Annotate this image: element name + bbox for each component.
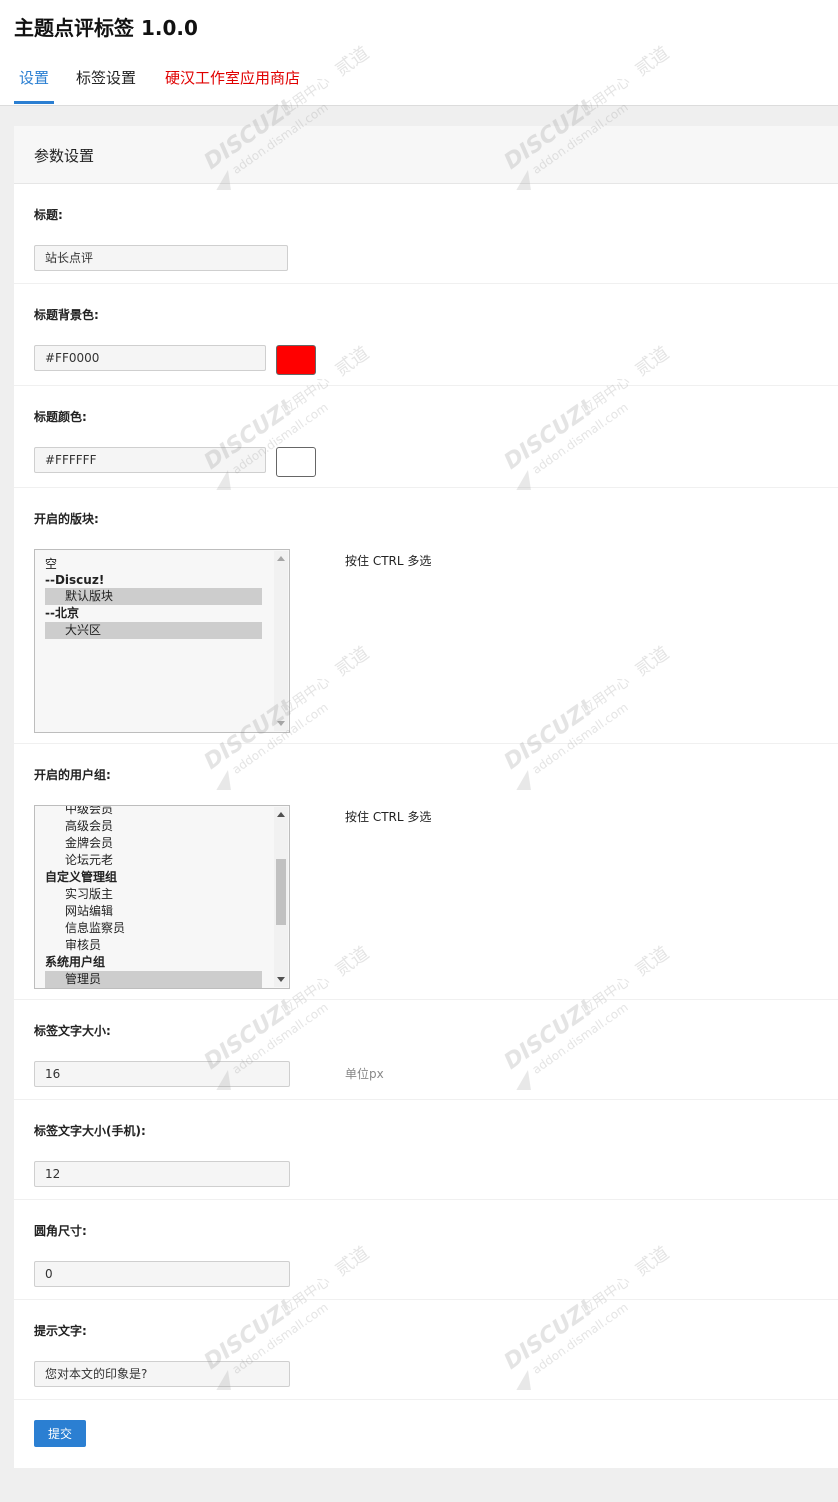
scroll-down-icon[interactable] [277, 977, 285, 982]
scroll-down-icon[interactable] [277, 721, 285, 726]
usergroups-multiselect[interactable]: 中级会员 高级会员 金牌会员 论坛元老 自定义管理组 实习版主 网站编辑 信息监… [34, 805, 290, 989]
tab-app-store[interactable]: 硬汉工作室应用商店 [165, 64, 300, 102]
forum-option[interactable]: 默认版块 [45, 588, 262, 605]
row-usergroups: 开启的用户组: 中级会员 高级会员 金牌会员 论坛元老 自定义管理组 实习版主 … [14, 744, 838, 1000]
usergroup-option[interactable]: 实习版主 [45, 886, 262, 903]
app-title: 主题点评标签 1.0.0 [14, 16, 198, 40]
forum-group-option[interactable]: --北京 [45, 605, 262, 622]
forums-hint: 按住 CTRL 多选 [345, 554, 432, 568]
tab-settings[interactable]: 设置 [14, 64, 55, 104]
font-size-input[interactable]: 16 [34, 1061, 290, 1087]
scroll-up-icon[interactable] [277, 812, 285, 817]
title-label: 标题: [34, 208, 63, 222]
forums-scrollbar[interactable] [274, 551, 288, 731]
radius-label: 圆角尺寸: [34, 1224, 87, 1238]
usergroups-label: 开启的用户组: [34, 768, 111, 782]
font-size-mobile-input[interactable]: 12 [34, 1161, 290, 1187]
font-size-unit-hint: 单位px [345, 1067, 384, 1081]
scroll-up-icon[interactable] [277, 556, 285, 561]
row-prompt: 提示文字: 您对本文的印象是? [14, 1300, 838, 1400]
font-size-mobile-label: 标签文字大小(手机): [34, 1124, 146, 1138]
usergroup-group-option[interactable]: 自定义管理组 [45, 869, 262, 886]
usergroup-option[interactable]: 中级会员 [45, 806, 262, 818]
forums-label: 开启的版块: [34, 512, 99, 526]
title-color-label: 标题颜色: [34, 410, 87, 424]
title-bg-label: 标题背景色: [34, 308, 99, 322]
title-color-input[interactable]: #FFFFFF [34, 447, 266, 473]
usergroup-option[interactable]: 论坛元老 [45, 852, 262, 869]
row-title-bg: 标题背景色: #FF0000 [14, 284, 838, 386]
usergroup-option[interactable]: 网站编辑 [45, 903, 262, 920]
title-color-swatch[interactable] [276, 447, 316, 477]
row-title-color: 标题颜色: #FFFFFF [14, 386, 838, 488]
submit-button[interactable]: 提交 [34, 1420, 86, 1447]
row-radius: 圆角尺寸: 0 [14, 1200, 838, 1300]
usergroup-group-option[interactable]: 系统用户组 [45, 954, 262, 971]
usergroup-option[interactable]: 信息监察员 [45, 920, 262, 937]
panel-title: 参数设置 [34, 147, 95, 165]
title-bg-input[interactable]: #FF0000 [34, 345, 266, 371]
forum-option[interactable]: 空 [45, 556, 262, 573]
forum-group-option[interactable]: --Discuz! [45, 572, 262, 589]
row-title: 标题: 站长点评 [14, 184, 838, 284]
tab-tag-settings[interactable]: 标签设置 [76, 64, 136, 102]
panel-header: 参数设置 [14, 126, 838, 184]
usergroup-option[interactable]: 金牌会员 [45, 835, 262, 852]
usergroup-option[interactable]: 管理员 [45, 971, 262, 988]
prompt-label: 提示文字: [34, 1324, 87, 1338]
row-font-size: 标签文字大小: 16 单位px [14, 1000, 838, 1100]
title-input[interactable]: 站长点评 [34, 245, 288, 271]
row-forums: 开启的版块: 空 --Discuz! 默认版块 --北京 大兴区 按住 CTRL… [14, 488, 838, 744]
usergroup-option[interactable]: 审核员 [45, 937, 262, 954]
row-font-size-mobile: 标签文字大小(手机): 12 [14, 1100, 838, 1200]
forums-multiselect[interactable]: 空 --Discuz! 默认版块 --北京 大兴区 [34, 549, 290, 733]
usergroups-scrollbar[interactable] [274, 807, 288, 987]
usergroups-hint: 按住 CTRL 多选 [345, 810, 432, 824]
font-size-label: 标签文字大小: [34, 1024, 111, 1038]
header: 主题点评标签 1.0.0 设置 标签设置 硬汉工作室应用商店 [0, 0, 838, 106]
scrollbar-thumb[interactable] [276, 859, 286, 925]
forum-option[interactable]: 大兴区 [45, 622, 262, 639]
radius-input[interactable]: 0 [34, 1261, 290, 1287]
settings-panel: 参数设置 标题: 站长点评 标题背景色: #FF0000 标题颜色: #FFFF… [14, 126, 838, 1468]
prompt-input[interactable]: 您对本文的印象是? [34, 1361, 290, 1387]
title-bg-color-swatch[interactable] [276, 345, 316, 375]
usergroup-option[interactable]: 高级会员 [45, 818, 262, 835]
